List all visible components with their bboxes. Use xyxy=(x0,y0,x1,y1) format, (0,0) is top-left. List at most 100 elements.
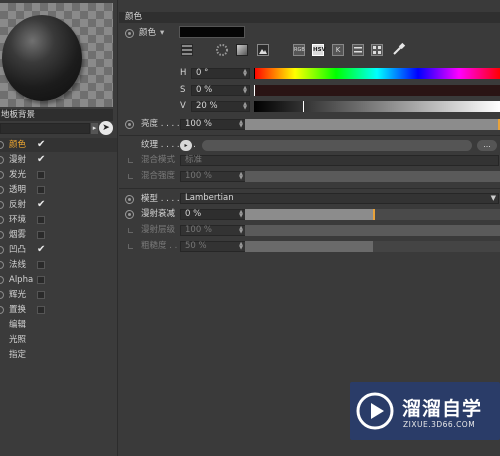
channel-item[interactable]: 指定 xyxy=(0,348,117,362)
channel-item[interactable]: 置换 xyxy=(0,303,117,317)
channel-radio[interactable] xyxy=(0,261,4,269)
channel-label: 凹凸 xyxy=(9,245,27,255)
pick-object-icon[interactable]: ➤ xyxy=(99,121,113,135)
h-input[interactable]: 0 ° ▲ ▼ xyxy=(191,68,250,79)
channel-checkbox[interactable]: ✔ xyxy=(37,245,45,255)
channel-radio[interactable] xyxy=(0,306,4,314)
rgb-mode-icon[interactable]: RGB xyxy=(293,44,305,56)
picture-icon[interactable] xyxy=(257,44,269,56)
model-select[interactable]: Lambertian ▼ xyxy=(180,193,499,204)
value-slider[interactable] xyxy=(254,101,500,112)
diffuse-falloff-input[interactable]: 0 % ▲ ▼ xyxy=(180,209,246,220)
color-wheel-icon[interactable] xyxy=(181,44,193,56)
watermark-brand: 溜溜自学 xyxy=(402,398,483,420)
v-label: V xyxy=(180,101,186,111)
diffuse-level-slider[interactable] xyxy=(245,225,500,236)
roughness-slider[interactable] xyxy=(245,241,500,252)
eyedropper-icon[interactable] xyxy=(392,42,406,56)
value-slider-handle[interactable] xyxy=(303,101,304,112)
channel-item[interactable]: 凹凸 ✔ xyxy=(0,243,117,257)
channel-checkbox[interactable] xyxy=(37,216,45,224)
channel-checkbox[interactable] xyxy=(37,186,45,194)
color-menu-arrow-icon[interactable]: ▾ xyxy=(160,28,164,39)
material-path-field[interactable] xyxy=(0,123,90,134)
roughness-spinner-icon[interactable]: ▲ ▼ xyxy=(238,242,244,251)
channel-item[interactable]: 漫射 ✔ xyxy=(0,153,117,167)
channel-item[interactable]: 颜色 ✔ xyxy=(0,138,117,152)
s-spinner-icon[interactable]: ▲ ▼ xyxy=(242,86,248,95)
diffuse-falloff-spinner-icon[interactable]: ▲ ▼ xyxy=(238,210,244,219)
channel-checkbox[interactable]: ✔ xyxy=(37,200,45,210)
channel-checkbox[interactable] xyxy=(37,276,45,284)
texture-menu-arrow-icon[interactable]: ▸ xyxy=(180,140,192,151)
texture-field[interactable] xyxy=(202,140,472,151)
channel-item[interactable]: 光照 xyxy=(0,333,117,347)
image-color-icon[interactable] xyxy=(236,44,248,56)
roughness-input[interactable]: 50 % ▲ ▼ xyxy=(180,241,246,252)
channel-radio[interactable] xyxy=(0,291,4,299)
h-spinner-icon[interactable]: ▲ ▼ xyxy=(242,69,248,78)
channel-checkbox[interactable] xyxy=(37,231,45,239)
channel-radio[interactable] xyxy=(0,156,4,164)
path-arrow-icon[interactable]: ▸ xyxy=(91,123,98,134)
channel-item[interactable]: 发光 xyxy=(0,168,117,182)
channel-item[interactable]: 环境 xyxy=(0,213,117,227)
v-spinner-icon[interactable]: ▲ ▼ xyxy=(242,102,248,111)
diffuse-level-input[interactable]: 100 % ▲ ▼ xyxy=(180,225,246,236)
channel-radio[interactable] xyxy=(0,171,4,179)
blend-mode-select[interactable]: 标准 xyxy=(180,155,499,166)
channel-label: 颜色 xyxy=(9,140,27,150)
brightness-anim-radio[interactable] xyxy=(125,120,134,129)
kelvin-mode-icon[interactable]: K xyxy=(332,44,344,56)
channel-item[interactable]: Alpha xyxy=(0,273,117,287)
hsv-mode-icon[interactable]: HSV xyxy=(312,44,326,56)
saturation-slider-handle[interactable] xyxy=(254,85,255,96)
brightness-input[interactable]: 100 % ▲ ▼ xyxy=(180,119,246,130)
saturation-slider[interactable] xyxy=(254,85,500,96)
blend-strength-input[interactable]: 100 % ▲ ▼ xyxy=(180,171,246,182)
color-anim-radio[interactable] xyxy=(125,29,134,38)
channel-checkbox[interactable]: ✔ xyxy=(37,140,45,150)
brightness-slider[interactable] xyxy=(245,119,500,130)
channel-radio[interactable] xyxy=(0,201,4,209)
hue-slider-handle[interactable] xyxy=(254,68,255,79)
blend-strength-slider[interactable] xyxy=(245,171,500,182)
channel-radio[interactable] xyxy=(0,186,4,194)
model-dropdown-arrow-icon[interactable]: ▼ xyxy=(491,194,496,203)
spectrum-icon[interactable] xyxy=(216,44,228,56)
channel-radio[interactable] xyxy=(0,231,4,239)
texture-browse-button[interactable]: ... xyxy=(477,140,497,151)
diffuse-falloff-label: 漫射衰减 xyxy=(141,209,176,219)
channel-checkbox[interactable] xyxy=(37,171,45,179)
hue-slider[interactable] xyxy=(254,68,500,79)
channel-item[interactable]: 法线 xyxy=(0,258,117,272)
channel-radio[interactable] xyxy=(0,276,4,284)
mixer-icon[interactable] xyxy=(352,44,364,56)
channel-item[interactable]: 辉光 xyxy=(0,288,117,302)
diffuse-level-spinner-icon[interactable]: ▲ ▼ xyxy=(238,226,244,235)
brightness-spinner-icon[interactable]: ▲ ▼ xyxy=(238,120,244,129)
channel-radio[interactable] xyxy=(0,216,4,224)
diffuse-level-tree-icon xyxy=(128,228,133,233)
swatches-icon[interactable] xyxy=(371,44,383,56)
channel-item[interactable]: 编辑 xyxy=(0,318,117,332)
diffuse-falloff-anim-radio[interactable] xyxy=(125,210,134,219)
channel-radio[interactable] xyxy=(0,246,4,254)
channel-item[interactable]: 透明 xyxy=(0,183,117,197)
channel-item[interactable]: 反射 ✔ xyxy=(0,198,117,212)
material-name-field[interactable]: 地板背景 xyxy=(0,109,113,121)
channel-checkbox[interactable] xyxy=(37,306,45,314)
channel-checkbox[interactable] xyxy=(37,291,45,299)
model-anim-radio[interactable] xyxy=(125,195,134,204)
channel-radio[interactable] xyxy=(0,141,4,149)
channel-checkbox[interactable]: ✔ xyxy=(37,155,45,165)
s-input[interactable]: 0 % ▲ ▼ xyxy=(191,85,250,96)
color-swatch[interactable] xyxy=(179,26,245,38)
blend-strength-spinner-icon[interactable]: ▲ ▼ xyxy=(238,172,244,181)
diffuse-falloff-slider-handle[interactable] xyxy=(373,209,375,220)
v-input[interactable]: 20 % ▲ ▼ xyxy=(191,101,250,112)
material-preview[interactable] xyxy=(0,3,113,107)
channel-checkbox[interactable] xyxy=(37,261,45,269)
channel-item[interactable]: 烟雾 xyxy=(0,228,117,242)
diffuse-falloff-slider[interactable] xyxy=(245,209,500,220)
